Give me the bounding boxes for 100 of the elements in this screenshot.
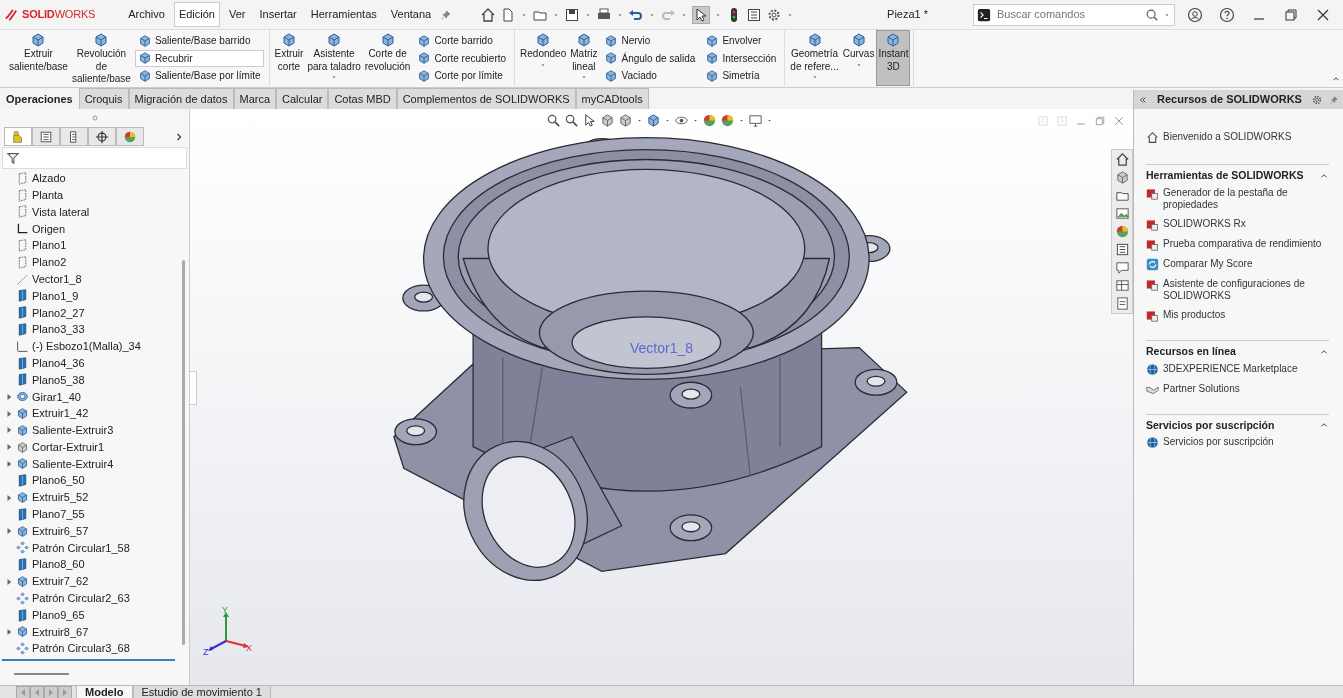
ribbon-button[interactable]: Corte de revolución <box>362 30 413 86</box>
home-icon[interactable] <box>1114 152 1130 167</box>
display-style-icon[interactable] <box>646 113 661 128</box>
panel-tab[interactable] <box>88 127 116 146</box>
tree-item[interactable]: Alzado <box>32 170 66 187</box>
resource-link[interactable]: SOLIDWORKS Rx <box>1146 217 1246 231</box>
tree-item[interactable]: Extruir6_57 <box>32 522 89 540</box>
chat-icon[interactable] <box>1114 260 1130 275</box>
ribbon-button[interactable]: Extruir saliente/base <box>7 30 70 86</box>
picture-icon[interactable] <box>1114 206 1130 221</box>
tree-item[interactable]: Plano7_55 <box>32 506 85 523</box>
tab[interactable]: Marca <box>233 88 277 109</box>
tree-item[interactable]: Plano2 <box>32 254 67 271</box>
tab[interactable]: myCADtools <box>575 88 649 109</box>
tree-item[interactable]: Plano9_65 <box>32 606 85 624</box>
appearance-icon[interactable] <box>702 113 717 128</box>
search-box[interactable]: Buscar comandos <box>973 3 1175 26</box>
section-view-icon[interactable] <box>600 113 615 128</box>
tree-item[interactable]: Patrón Circular3_68 <box>32 640 130 657</box>
scrollbar[interactable] <box>14 673 69 676</box>
sphere-icon[interactable] <box>1114 224 1130 239</box>
checklist-icon[interactable] <box>1114 296 1130 311</box>
tree-item[interactable]: Cortar-Extruir1 <box>32 438 105 456</box>
ribbon-button[interactable]: Corte recubierto <box>414 49 510 67</box>
resource-link[interactable]: Asistente de configuraciones de SOLIDWORKS <box>1146 277 1329 302</box>
previous-view-icon[interactable] <box>582 113 597 128</box>
list-icon[interactable] <box>1114 242 1130 257</box>
view-orientation-icon[interactable] <box>618 113 633 128</box>
ribbon-button[interactable]: Envolver <box>702 32 780 49</box>
panel-tab[interactable] <box>60 127 88 146</box>
grip-icon[interactable] <box>91 115 98 121</box>
table-icon[interactable] <box>1114 278 1130 293</box>
panel-handle[interactable] <box>190 371 197 405</box>
ribbon-button[interactable]: Nervio <box>601 32 699 49</box>
ribbon-button[interactable]: Curvas <box>840 30 877 86</box>
settings-icon[interactable] <box>1311 93 1323 106</box>
ribbon-button[interactable]: Geometría de refere... <box>788 30 841 86</box>
tree-item[interactable]: Plano6_50 <box>32 472 85 489</box>
ribbon-button[interactable]: Ángulo de salida <box>601 49 699 67</box>
select-button[interactable] <box>692 5 711 24</box>
resource-link[interactable]: Mis productos <box>1146 308 1226 322</box>
tree-item[interactable]: Extruir7_62 <box>32 573 89 590</box>
ribbon-button[interactable]: Saliente/Base por límite <box>134 67 264 84</box>
pin-icon[interactable] <box>1329 94 1339 105</box>
tree-item[interactable]: Plano1_9 <box>32 287 79 305</box>
home-icon[interactable] <box>480 6 497 23</box>
ribbon-button[interactable]: Saliente/Base barrido <box>134 32 264 49</box>
menu-item[interactable]: Insertar <box>254 2 302 27</box>
resource-link[interactable]: 3DEXPERIENCE Marketplace <box>1146 362 1298 376</box>
tab[interactable]: Estudio de movimiento 1 <box>132 686 271 698</box>
tree-item[interactable]: Patrón Circular1_58 <box>32 539 130 557</box>
tree-item[interactable]: Vector1_8 <box>32 270 82 288</box>
tree-item[interactable]: Saliente-Extruir4 <box>32 455 114 473</box>
zoom-area-icon[interactable] <box>564 113 579 128</box>
tree-item[interactable]: Extruir5_52 <box>32 489 89 506</box>
ribbon-button[interactable]: Instant 3D <box>876 30 911 86</box>
zoom-fit-icon[interactable] <box>546 113 561 128</box>
panel-tab[interactable] <box>32 127 60 146</box>
tree-item[interactable]: Planta <box>32 186 64 204</box>
collapse-icon[interactable] <box>1138 94 1148 105</box>
pin-icon[interactable] <box>440 8 453 21</box>
ribbon-button[interactable]: Extruir corte <box>272 30 306 86</box>
ribbon-button[interactable]: Recubrir <box>134 49 264 67</box>
tree-item[interactable]: Plano2_27 <box>32 304 85 321</box>
tab[interactable]: Croquis <box>78 88 129 109</box>
ribbon-button[interactable]: Corte barrido <box>414 32 510 49</box>
ribbon-button[interactable]: Matriz lineal <box>568 30 600 86</box>
ribbon-button[interactable]: Redondeo <box>518 30 569 86</box>
monitor-icon[interactable] <box>748 113 763 128</box>
tree-item[interactable]: Extruir8_67 <box>32 623 89 641</box>
tree-item[interactable]: Plano4_36 <box>32 354 85 372</box>
panel-tab[interactable] <box>116 127 144 146</box>
menu-item[interactable]: Herramientas <box>305 2 382 27</box>
menu-item[interactable]: Edición <box>173 2 220 27</box>
search-field[interactable]: Buscar comandos <box>995 5 1141 24</box>
ribbon-button[interactable]: Intersección <box>702 49 780 67</box>
save-icon[interactable] <box>564 6 581 23</box>
tree-item[interactable]: (-) Esbozo1(Malla)_34 <box>32 338 141 355</box>
tile-right-icon[interactable] <box>1056 115 1068 127</box>
menu-item[interactable]: Ver <box>223 2 251 27</box>
ribbon-button[interactable]: Simetría <box>702 67 780 84</box>
filter-field[interactable] <box>2 147 187 169</box>
scrollbar[interactable] <box>182 260 185 645</box>
resource-link[interactable]: Prueba comparativa de rendimiento <box>1146 237 1322 251</box>
resource-link[interactable]: Servicios por suscripción <box>1146 436 1274 450</box>
resource-link[interactable]: Generador de la pestaña de propiedades <box>1146 186 1329 211</box>
restore-icon[interactable] <box>1283 6 1299 23</box>
help-icon[interactable] <box>1219 6 1235 23</box>
resource-link[interactable]: Comparar My Score <box>1146 257 1253 271</box>
tree-item[interactable]: Saliente-Extruir3 <box>32 422 114 439</box>
menu-item[interactable]: Ventana <box>385 2 437 27</box>
tree-item[interactable]: Plano1 <box>32 237 67 254</box>
tab[interactable]: Complementos de SOLIDWORKS <box>396 88 576 109</box>
ribbon-button[interactable]: Revolución de saliente/base <box>69 30 133 86</box>
account-icon[interactable] <box>1187 6 1203 23</box>
tab[interactable]: Cotas MBD <box>328 88 397 109</box>
resource-link[interactable]: Partner Solutions <box>1146 382 1240 396</box>
tree-item[interactable]: Plano3_33 <box>32 321 85 338</box>
tab[interactable]: Migración de datos <box>128 88 234 109</box>
ribbon-button[interactable]: Asistente para taladro <box>305 30 363 86</box>
